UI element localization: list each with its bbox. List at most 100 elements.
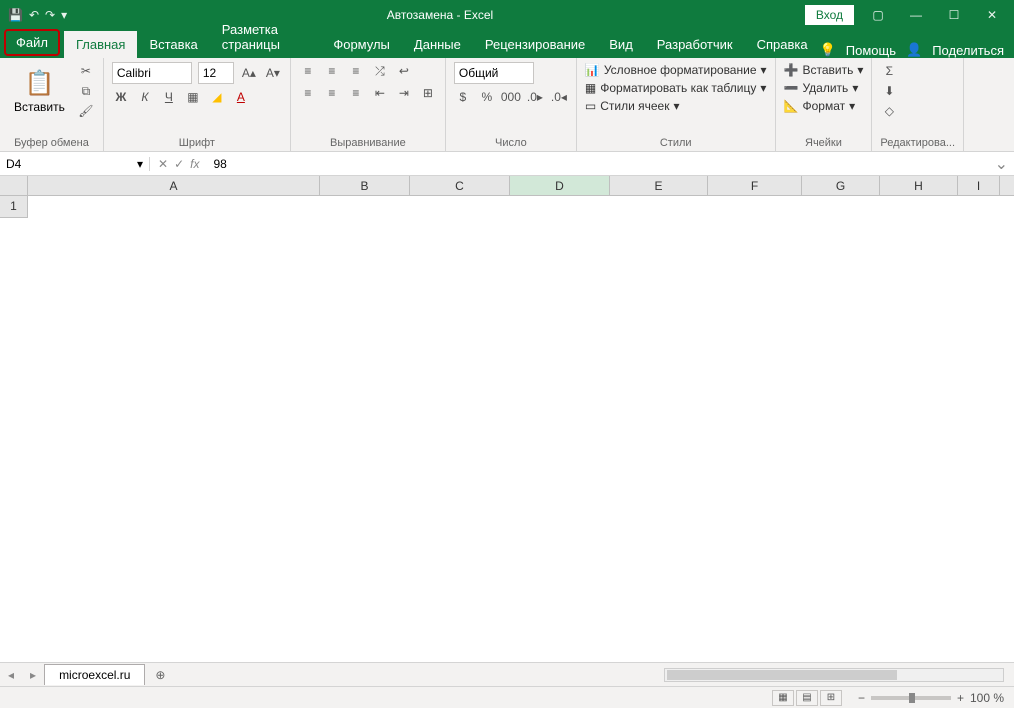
chevron-down-icon[interactable]: ▾ [137, 157, 143, 171]
conditional-formatting-button[interactable]: 📊Условное форматирование▾ [585, 62, 767, 78]
tell-me[interactable]: Помощь [846, 43, 896, 58]
font-color-icon[interactable]: A [232, 88, 250, 106]
insert-cells-button[interactable]: ➕Вставить▾ [784, 62, 864, 78]
border-icon[interactable]: ▦ [184, 88, 202, 106]
qat-dropdown-icon[interactable]: ▾ [61, 8, 67, 22]
font-name-combo[interactable] [112, 62, 192, 84]
clear-icon[interactable]: ◇ [880, 102, 898, 120]
enter-formula-icon[interactable]: ✓ [174, 157, 184, 171]
underline-icon[interactable]: Ч [160, 88, 178, 106]
minimize-icon[interactable]: — [902, 8, 930, 22]
maximize-icon[interactable]: ☐ [940, 8, 968, 22]
wrap-text-icon[interactable]: ↩ [395, 62, 413, 80]
fill-icon[interactable]: ⬇ [880, 82, 898, 100]
align-bottom-icon[interactable]: ≡ [347, 62, 365, 80]
sheet-nav-next-icon[interactable]: ▸ [22, 668, 44, 682]
ribbon-tabs: Файл Главная Вставка Разметка страницы Ф… [0, 30, 1014, 58]
redo-icon[interactable]: ↷ [45, 8, 55, 22]
tab-home[interactable]: Главная [64, 31, 137, 58]
quick-access-toolbar: 💾 ↶ ↷ ▾ [0, 8, 75, 22]
cond-fmt-icon: 📊 [585, 63, 600, 77]
sheet-nav-prev-icon[interactable]: ◂ [0, 668, 22, 682]
save-icon[interactable]: 💾 [8, 8, 23, 22]
share-button[interactable]: Поделиться [932, 43, 1004, 58]
page-break-view-icon[interactable]: ⊞ [820, 690, 842, 706]
column-header[interactable]: B [320, 176, 410, 195]
expand-formula-bar-icon[interactable]: ⌄ [989, 154, 1014, 174]
paste-button[interactable]: 📋 Вставить [8, 69, 71, 114]
column-header[interactable]: C [410, 176, 510, 195]
close-icon[interactable]: ✕ [978, 8, 1006, 22]
align-center-icon[interactable]: ≡ [323, 84, 341, 102]
zoom-value[interactable]: 100 % [970, 691, 1004, 705]
undo-icon[interactable]: ↶ [29, 8, 39, 22]
tab-file[interactable]: Файл [4, 29, 60, 56]
formula-bar[interactable]: 98 [207, 157, 988, 171]
increase-font-icon[interactable]: A▴ [240, 64, 258, 82]
currency-icon[interactable]: $ [454, 88, 472, 106]
tab-help[interactable]: Справка [745, 31, 820, 58]
font-size-combo[interactable] [198, 62, 234, 84]
orientation-icon[interactable]: ⤮ [371, 62, 389, 80]
name-box[interactable]: D4▾ [0, 157, 150, 171]
format-painter-icon[interactable]: 🖌 [77, 102, 95, 120]
copy-icon[interactable]: ⧉ [77, 82, 95, 100]
sheet-tab[interactable]: microexcel.ru [44, 664, 145, 685]
add-sheet-icon[interactable]: ⊕ [145, 668, 175, 682]
tab-formulas[interactable]: Формулы [321, 31, 402, 58]
column-header[interactable]: E [610, 176, 708, 195]
fx-icon[interactable]: fx [190, 157, 199, 171]
align-top-icon[interactable]: ≡ [299, 62, 317, 80]
decrease-indent-icon[interactable]: ⇤ [371, 84, 389, 102]
italic-icon[interactable]: К [136, 88, 154, 106]
bold-icon[interactable]: Ж [112, 88, 130, 106]
scroll-thumb[interactable] [667, 670, 897, 680]
select-all-corner[interactable] [0, 176, 28, 195]
increase-decimal-icon[interactable]: .0▸ [526, 88, 544, 106]
row-header[interactable]: 1 [0, 196, 28, 218]
tab-page-layout[interactable]: Разметка страницы [210, 16, 322, 58]
comma-icon[interactable]: 000 [502, 88, 520, 106]
tab-developer[interactable]: Разработчик [645, 31, 745, 58]
ribbon-options-icon[interactable]: ▢ [864, 8, 892, 22]
percent-icon[interactable]: % [478, 88, 496, 106]
cell-styles-button[interactable]: ▭Стили ячеек▾ [585, 98, 767, 114]
increase-indent-icon[interactable]: ⇥ [395, 84, 413, 102]
view-switcher: ▦ ▤ ⊞ [766, 690, 848, 706]
page-layout-view-icon[interactable]: ▤ [796, 690, 818, 706]
format-cells-button[interactable]: 📐Формат▾ [784, 98, 864, 114]
zoom-in-icon[interactable]: + [957, 691, 964, 705]
cut-icon[interactable]: ✂ [77, 62, 95, 80]
delete-cells-button[interactable]: ➖Удалить▾ [784, 80, 864, 96]
tab-review[interactable]: Рецензирование [473, 31, 597, 58]
zoom-slider[interactable] [871, 696, 951, 700]
insert-icon: ➕ [784, 63, 799, 77]
column-header[interactable]: H [880, 176, 958, 195]
column-header[interactable]: G [802, 176, 880, 195]
autosum-icon[interactable]: Σ [880, 62, 898, 80]
align-right-icon[interactable]: ≡ [347, 84, 365, 102]
tab-view[interactable]: Вид [597, 31, 645, 58]
column-header[interactable]: F [708, 176, 802, 195]
normal-view-icon[interactable]: ▦ [772, 690, 794, 706]
decrease-font-icon[interactable]: A▾ [264, 64, 282, 82]
merge-icon[interactable]: ⊞ [419, 84, 437, 102]
horizontal-scrollbar[interactable] [664, 668, 1004, 682]
column-header[interactable]: D [510, 176, 610, 195]
number-format-combo[interactable] [454, 62, 534, 84]
tab-data[interactable]: Данные [402, 31, 473, 58]
tab-insert[interactable]: Вставка [137, 31, 209, 58]
cell-styles-icon: ▭ [585, 99, 596, 113]
align-left-icon[interactable]: ≡ [299, 84, 317, 102]
group-editing: Σ ⬇ ◇ Редактирова... [872, 58, 964, 151]
column-header[interactable]: A [28, 176, 320, 195]
column-header[interactable]: I [958, 176, 1000, 195]
fill-color-icon[interactable]: ◢ [208, 88, 226, 106]
group-styles: 📊Условное форматирование▾ ▦Форматировать… [577, 58, 776, 151]
format-as-table-button[interactable]: ▦Форматировать как таблицу▾ [585, 80, 767, 96]
align-middle-icon[interactable]: ≡ [323, 62, 341, 80]
zoom-out-icon[interactable]: − [858, 691, 865, 705]
login-button[interactable]: Вход [805, 5, 854, 25]
cancel-formula-icon[interactable]: ✕ [158, 157, 168, 171]
decrease-decimal-icon[interactable]: .0◂ [550, 88, 568, 106]
